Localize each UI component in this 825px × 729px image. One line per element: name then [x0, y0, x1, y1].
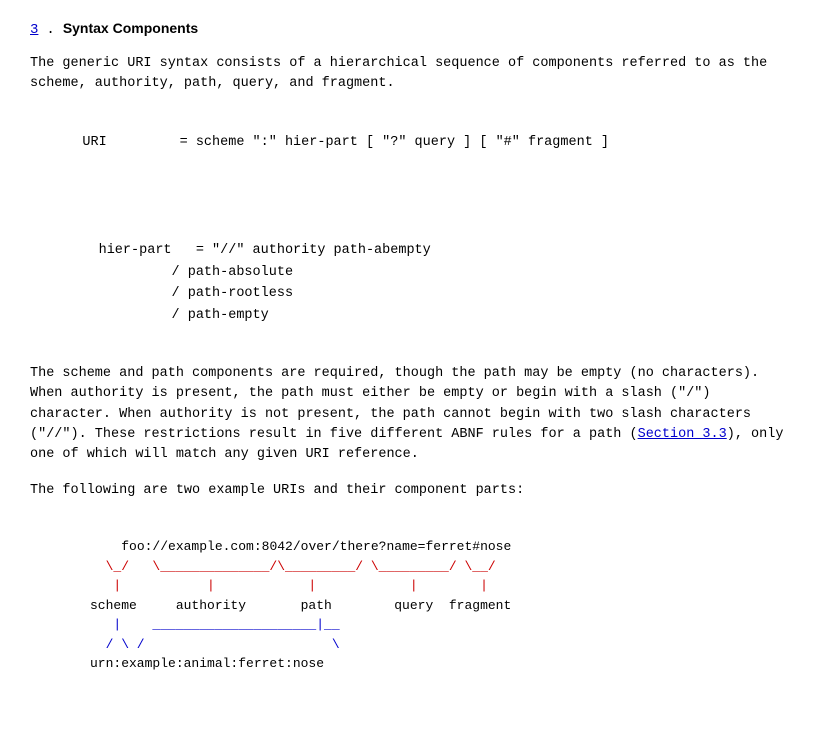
intro-paragraph: The generic URI syntax consists of a hie…	[30, 54, 795, 95]
uri-grammar-line: URI = scheme ":" hier-part [ "?" query ]…	[82, 135, 609, 150]
diagram-line3: | _____________________|__	[90, 617, 340, 632]
diagram-line2: | | | | |	[90, 578, 488, 593]
section-3-3-link[interactable]: Section 3.3	[638, 427, 727, 442]
diagram-line4: / \ / \	[90, 637, 340, 652]
section-container: 3 . Syntax Components The generic URI sy…	[30, 20, 795, 693]
section-title: Syntax Components	[63, 20, 198, 36]
body-paragraph-2: The following are two example URIs and t…	[30, 481, 795, 501]
body-paragraph-1: The scheme and path components are requi…	[30, 364, 795, 465]
hier-part-grammar: hier-part = "//​" authority path-abempty…	[50, 243, 431, 323]
diagram-labels1: scheme authority path query fragment	[90, 598, 511, 613]
section-header: 3 . Syntax Components	[30, 20, 795, 38]
diagram-line1: \_/ \______________/\_________/ \_______…	[90, 559, 496, 574]
diagram-uri1: foo://example.com:8042/over/there?name=f…	[121, 539, 511, 554]
uri-diagram: foo://example.com:8042/over/there?name=f…	[90, 518, 795, 694]
grammar-block: URI = scheme ":" hier-part [ "?" query ]…	[50, 111, 795, 349]
section-number[interactable]: 3	[30, 22, 38, 38]
section-title-dot: .	[46, 22, 54, 38]
diagram-uri2: urn:example:animal:ferret:nose	[90, 656, 324, 671]
